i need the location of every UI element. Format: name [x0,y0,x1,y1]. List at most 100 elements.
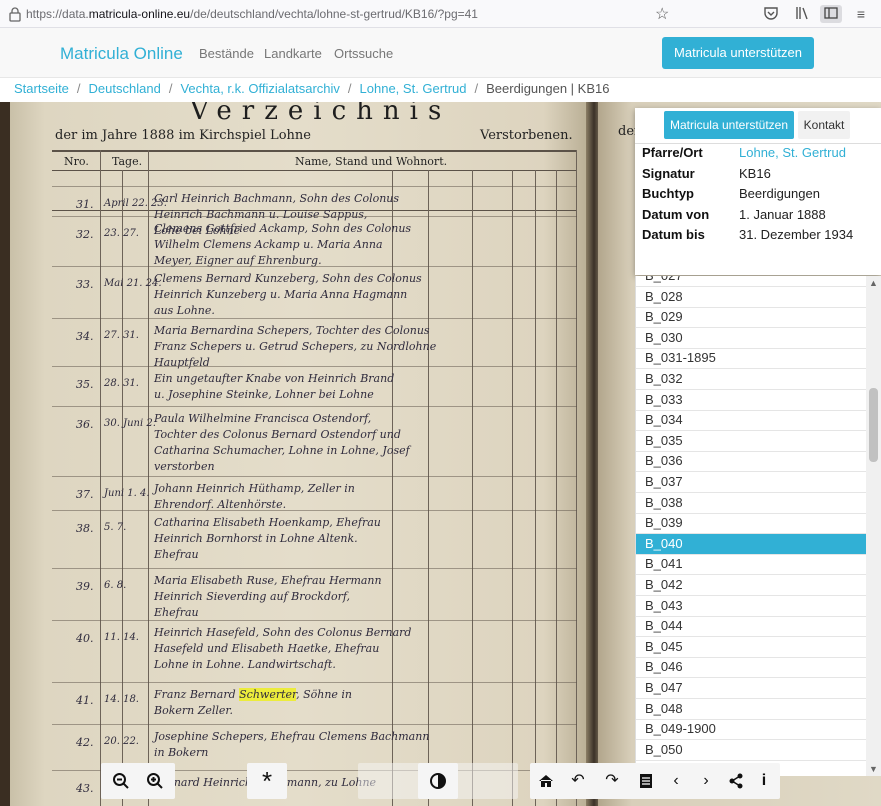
contact-button[interactable]: Kontakt [798,111,850,139]
scroll-up-icon[interactable]: ▲ [866,276,881,290]
nav-landkarte[interactable]: Landkarte [264,46,322,61]
entry-text-line: Heinrich Hasefeld, Sohn des Colonus Bern… [154,626,412,639]
scrollbar-thumb[interactable] [869,388,878,462]
image-list-item[interactable]: B_034 [636,410,866,432]
entry-text-line: Ehefrau [154,548,199,561]
image-list-item[interactable]: B_046 [636,657,866,679]
image-list-item[interactable]: B_048 [636,699,866,720]
info-row: Datum von 1. Januar 1888 [642,207,878,227]
url-bar[interactable]: https://data.matricula-online.eu/de/deut… [26,7,478,21]
image-list-item[interactable]: B_050 [636,740,866,761]
entry-text-line: Franz Bernard Schwerter, Söhne in [154,688,353,701]
list-icon[interactable] [634,763,658,799]
scan-header-right: Verstorbenen. [480,128,573,143]
info-value[interactable]: Lohne, St. Gertrud [739,145,846,160]
rotate-right-icon[interactable]: ↷ [600,763,624,799]
entry-rule [52,476,577,477]
breadcrumb-deutschland[interactable]: Deutschland [89,81,161,96]
image-list-item[interactable]: B_049-1900 [636,719,866,741]
image-list-item[interactable]: B_042 [636,575,866,596]
entry-text-line: Heinrich Sieverding auf Brockdorf, [154,590,351,603]
image-list-item[interactable]: B_030 [636,328,866,349]
image-list-item[interactable]: B_045 [636,637,866,658]
image-list-item[interactable]: B_039 [636,513,866,535]
image-list-item[interactable]: B_036 [636,451,866,473]
image-list-item[interactable]: B_029 [636,307,866,329]
image-list-item[interactable]: B_032 [636,369,866,390]
pocket-icon[interactable] [762,5,780,23]
breadcrumb: Startseite / Deutschland / Vechta, r.k. Offi… [0,78,881,102]
nav-bestaende[interactable]: Bestände [199,46,254,61]
next-icon[interactable]: › [694,763,718,799]
browser-toolbar: https://data.matricula-online.eu/de/deut… [0,0,881,28]
entry-rule [52,366,577,367]
entry-text-line: Ein ungetaufter Knabe von Heinrich Brand [154,372,395,385]
image-list[interactable]: B_027B_028B_029B_030B_031-1895B_032B_033… [635,276,866,776]
info-row: Buchtyp Beerdigungen [642,186,878,206]
support-button[interactable]: Matricula unterstützen [662,37,814,69]
info-key: Datum bis [642,227,705,242]
image-list-item[interactable]: B_043 [636,596,866,617]
image-list-item[interactable]: B_047 [636,678,866,699]
bookmark-star-icon[interactable]: ☆ [655,4,669,24]
breadcrumb-vechta[interactable]: Vechta, r.k. Offizialatsarchiv [180,81,339,96]
breadcrumb-startseite[interactable]: Startseite [14,81,69,96]
scan-title: Verzeichnis [190,102,452,126]
col-tage: Tage. [112,155,143,168]
entry-text-line: Hasefeld und Elisabeth Haetke, Ehefrau [154,642,380,655]
contrast-icon[interactable] [418,763,458,799]
breadcrumb-lohne[interactable]: Lohne, St. Gertrud [360,81,467,96]
entry-number: 36. [76,418,94,431]
menu-icon[interactable]: ≡ [852,5,870,23]
entry-date: 23. 27. [104,228,139,239]
entry-number: 43. [76,782,94,795]
image-list-item[interactable]: B_037 [636,472,866,493]
entry-text-line: Carl Heinrich Bachmann, Sohn des Colonus [154,192,400,205]
entry-number: 37. [76,488,94,501]
search-highlight: Schwerter [239,688,297,701]
entry-rule [52,682,577,683]
zoom-out-icon[interactable] [109,763,133,799]
rotate-left-icon[interactable]: ↶ [566,763,590,799]
image-list-item[interactable]: B_028 [636,287,866,308]
info-support-button[interactable]: Matricula unterstützen [664,111,794,139]
entry-rule [52,266,577,267]
image-list-item[interactable]: B_038 [636,493,866,514]
image-list-scrollbar[interactable]: ▲ ▼ [866,276,881,776]
entry-rule [52,510,577,511]
info-key: Pfarre/Ort [642,145,703,160]
entry-date: 27. 31. [104,330,139,341]
entry-date: 30. Juni 2. [104,418,156,429]
entry-number: 33. [76,278,94,291]
image-list-item[interactable]: B_031-1895 [636,348,866,370]
image-list-item[interactable]: B_035 [636,431,866,452]
image-list-item[interactable]: B_041 [636,554,866,576]
info-panel: Matricula unterstützen Kontakt Pfarre/Or… [635,108,881,275]
info-icon[interactable]: i [752,763,776,799]
home-icon[interactable] [534,763,558,799]
entry-text-line: Lohne in Lohne. Landwirtschaft. [154,658,336,671]
entry-text-line: Paula Wilhelmine Francisca Ostendorf, [154,412,372,425]
library-icon[interactable] [794,5,812,23]
brand-logo[interactable]: Matricula Online [60,44,183,64]
info-key: Datum von [642,206,710,222]
sidebar-icon[interactable] [820,5,842,23]
entry-text-line: Wilhelm Clemens Ackamp u. Maria Anna [154,238,383,251]
previous-icon[interactable]: ‹ [664,763,688,799]
nav-ortssuche[interactable]: Ortssuche [334,46,393,61]
image-list-item[interactable]: B_033 [636,390,866,411]
entry-rule [52,724,577,725]
entry-number: 39. [76,580,94,593]
zoom-in-icon[interactable] [143,763,167,799]
image-list-item[interactable]: B_044 [636,616,866,638]
entry-date: Juni 1. 4. [104,488,150,499]
scroll-down-icon[interactable]: ▼ [866,762,881,776]
lock-icon [9,7,21,22]
share-icon[interactable] [724,763,748,799]
entry-text-line: Johann Heinrich Hüthamp, Zeller in [154,482,355,495]
entry-rule [52,568,577,569]
asterisk-icon[interactable]: * [247,763,287,799]
image-list-item[interactable]: B_040 [636,533,866,555]
image-list-item[interactable]: B_027 [636,276,866,287]
info-value: 1. Januar 1888 [739,206,826,222]
